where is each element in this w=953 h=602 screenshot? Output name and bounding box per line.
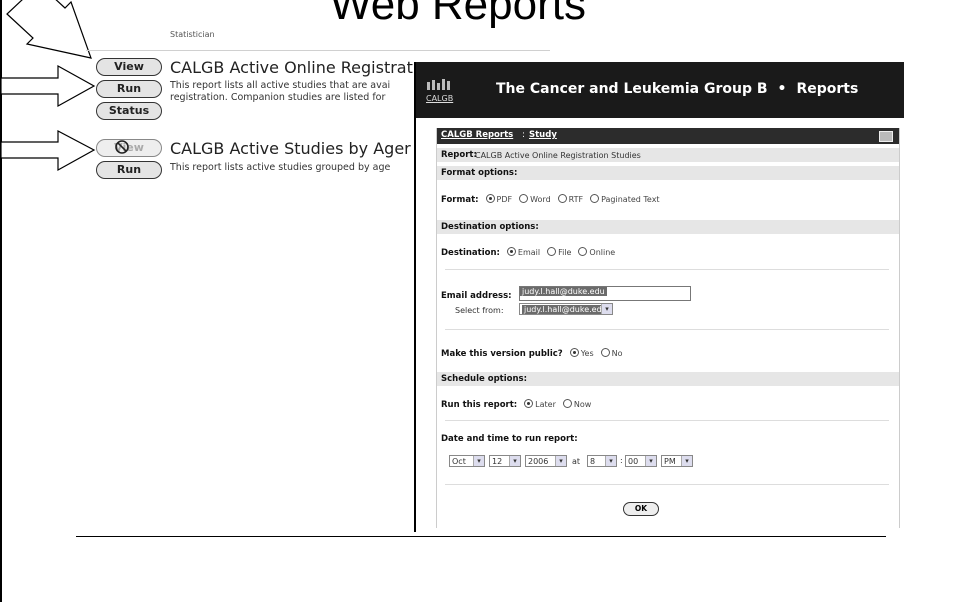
destination-file-radio[interactable]: [547, 247, 557, 256]
schedule-section-header: Schedule options:: [437, 372, 899, 386]
run-label: Run this report:: [441, 400, 518, 410]
chevron-down-icon: ▾: [509, 456, 520, 466]
report-title-studies-by-age[interactable]: CALGB Active Studies by Ager: [170, 139, 411, 158]
header-title: The Cancer and Leukemia Group B • Reports: [496, 81, 858, 97]
view-button[interactable]: View: [96, 58, 162, 76]
breadcrumb: CALGB Reports : Study: [437, 128, 899, 144]
day-select[interactable]: 12 ▾: [489, 455, 521, 467]
format-row: Format: PDF Word RTF Paginated Text: [441, 194, 660, 205]
at-label: at: [572, 457, 581, 466]
report-form: CALGB Reports : Study Report: CALGB Acti…: [436, 128, 900, 528]
format-rtf-radio[interactable]: [557, 194, 567, 203]
breadcrumb-separator: :: [522, 130, 525, 140]
time-colon: :: [620, 456, 623, 465]
chevron-down-icon: ▾: [681, 456, 692, 466]
list-divider: [86, 50, 550, 51]
report-description: registration. Companion studies are list…: [170, 92, 386, 103]
arrow-pointer-disabled-view: [0, 130, 96, 172]
slide-title: Web Reports: [330, 0, 586, 29]
format-word-radio[interactable]: [519, 194, 529, 203]
datetime-label: Date and time to run report:: [441, 434, 578, 444]
public-label: Make this version public?: [441, 349, 563, 359]
status-button[interactable]: Status: [96, 102, 162, 120]
email-select[interactable]: judy.l.hall@duke.edu ▾: [519, 303, 613, 315]
run-button[interactable]: Run: [96, 80, 162, 98]
month-select[interactable]: Oct ▾: [449, 455, 485, 467]
select-from-label: Select from:: [455, 306, 504, 315]
format-section-header: Format options:: [437, 166, 899, 180]
report-description: This report lists all active studies tha…: [170, 80, 391, 91]
breadcrumb-calgb-reports[interactable]: CALGB Reports: [441, 130, 513, 140]
chevron-down-icon: ▾: [605, 456, 616, 466]
format-pdf-radio[interactable]: [485, 194, 495, 203]
report-title-online-registration[interactable]: CALGB Active Online Registrat: [170, 58, 413, 77]
chevron-down-icon: ▾: [601, 304, 612, 314]
divider: [445, 484, 889, 485]
ok-button[interactable]: OK: [623, 502, 659, 516]
public-yes-radio[interactable]: [569, 348, 579, 357]
format-label: Format:: [441, 195, 479, 205]
view-button-disabled[interactable]: View: [96, 139, 162, 157]
run-now-radio[interactable]: [562, 399, 572, 408]
calgb-logo: CALGB: [426, 76, 453, 106]
hour-select[interactable]: 8 ▾: [587, 455, 617, 467]
format-paginated-text-radio[interactable]: [590, 194, 600, 203]
header-section: Reports: [796, 81, 859, 97]
run-row: Run this report: Later Now: [441, 399, 592, 410]
report-description: This report lists active studies grouped…: [170, 162, 391, 173]
year-select[interactable]: 2006 ▾: [525, 455, 567, 467]
report-options-window: CALGB The Cancer and Leukemia Group B • Re…: [414, 62, 904, 532]
destination-row: Destination: Email File Online: [441, 247, 616, 258]
prohibited-icon: [115, 140, 129, 154]
destination-email-radio[interactable]: [506, 247, 516, 256]
logo-bars-icon: [427, 79, 450, 90]
truncated-text: Statistician: [170, 30, 215, 39]
breadcrumb-study[interactable]: Study: [529, 130, 557, 140]
destination-section-header: Destination options:: [437, 220, 899, 234]
header-org: The Cancer and Leukemia Group B: [496, 81, 768, 97]
run-later-radio[interactable]: [524, 399, 534, 408]
destination-online-radio[interactable]: [578, 247, 588, 256]
chevron-down-icon: ▾: [473, 456, 484, 466]
report-value: CALGB Active Online Registration Studies: [475, 151, 641, 160]
divider: [445, 269, 889, 270]
header-bullet: •: [777, 81, 787, 97]
minute-select[interactable]: 00 ▾: [625, 455, 657, 467]
email-label: Email address:: [441, 291, 512, 301]
slide-divider: [76, 536, 886, 537]
arrow-pointer-run: [0, 64, 96, 108]
run-button[interactable]: Run: [96, 161, 162, 179]
dialog-header: CALGB The Cancer and Leukemia Group B • Re…: [416, 62, 904, 118]
report-label: Report:: [441, 150, 477, 160]
arrow-pointer-view: [6, 0, 92, 59]
divider: [445, 329, 889, 330]
public-no-radio[interactable]: [600, 348, 610, 357]
email-field[interactable]: judy.l.hall@duke.edu: [519, 286, 691, 301]
divider: [445, 420, 889, 421]
public-row: Make this version public? Yes No: [441, 348, 623, 359]
ampm-select[interactable]: PM ▾: [661, 455, 693, 467]
destination-label: Destination:: [441, 248, 500, 258]
report-row: Report: CALGB Active Online Registration…: [437, 148, 899, 162]
chevron-down-icon: ▾: [645, 456, 656, 466]
print-icon[interactable]: [879, 131, 893, 142]
chevron-down-icon: ▾: [555, 456, 566, 466]
